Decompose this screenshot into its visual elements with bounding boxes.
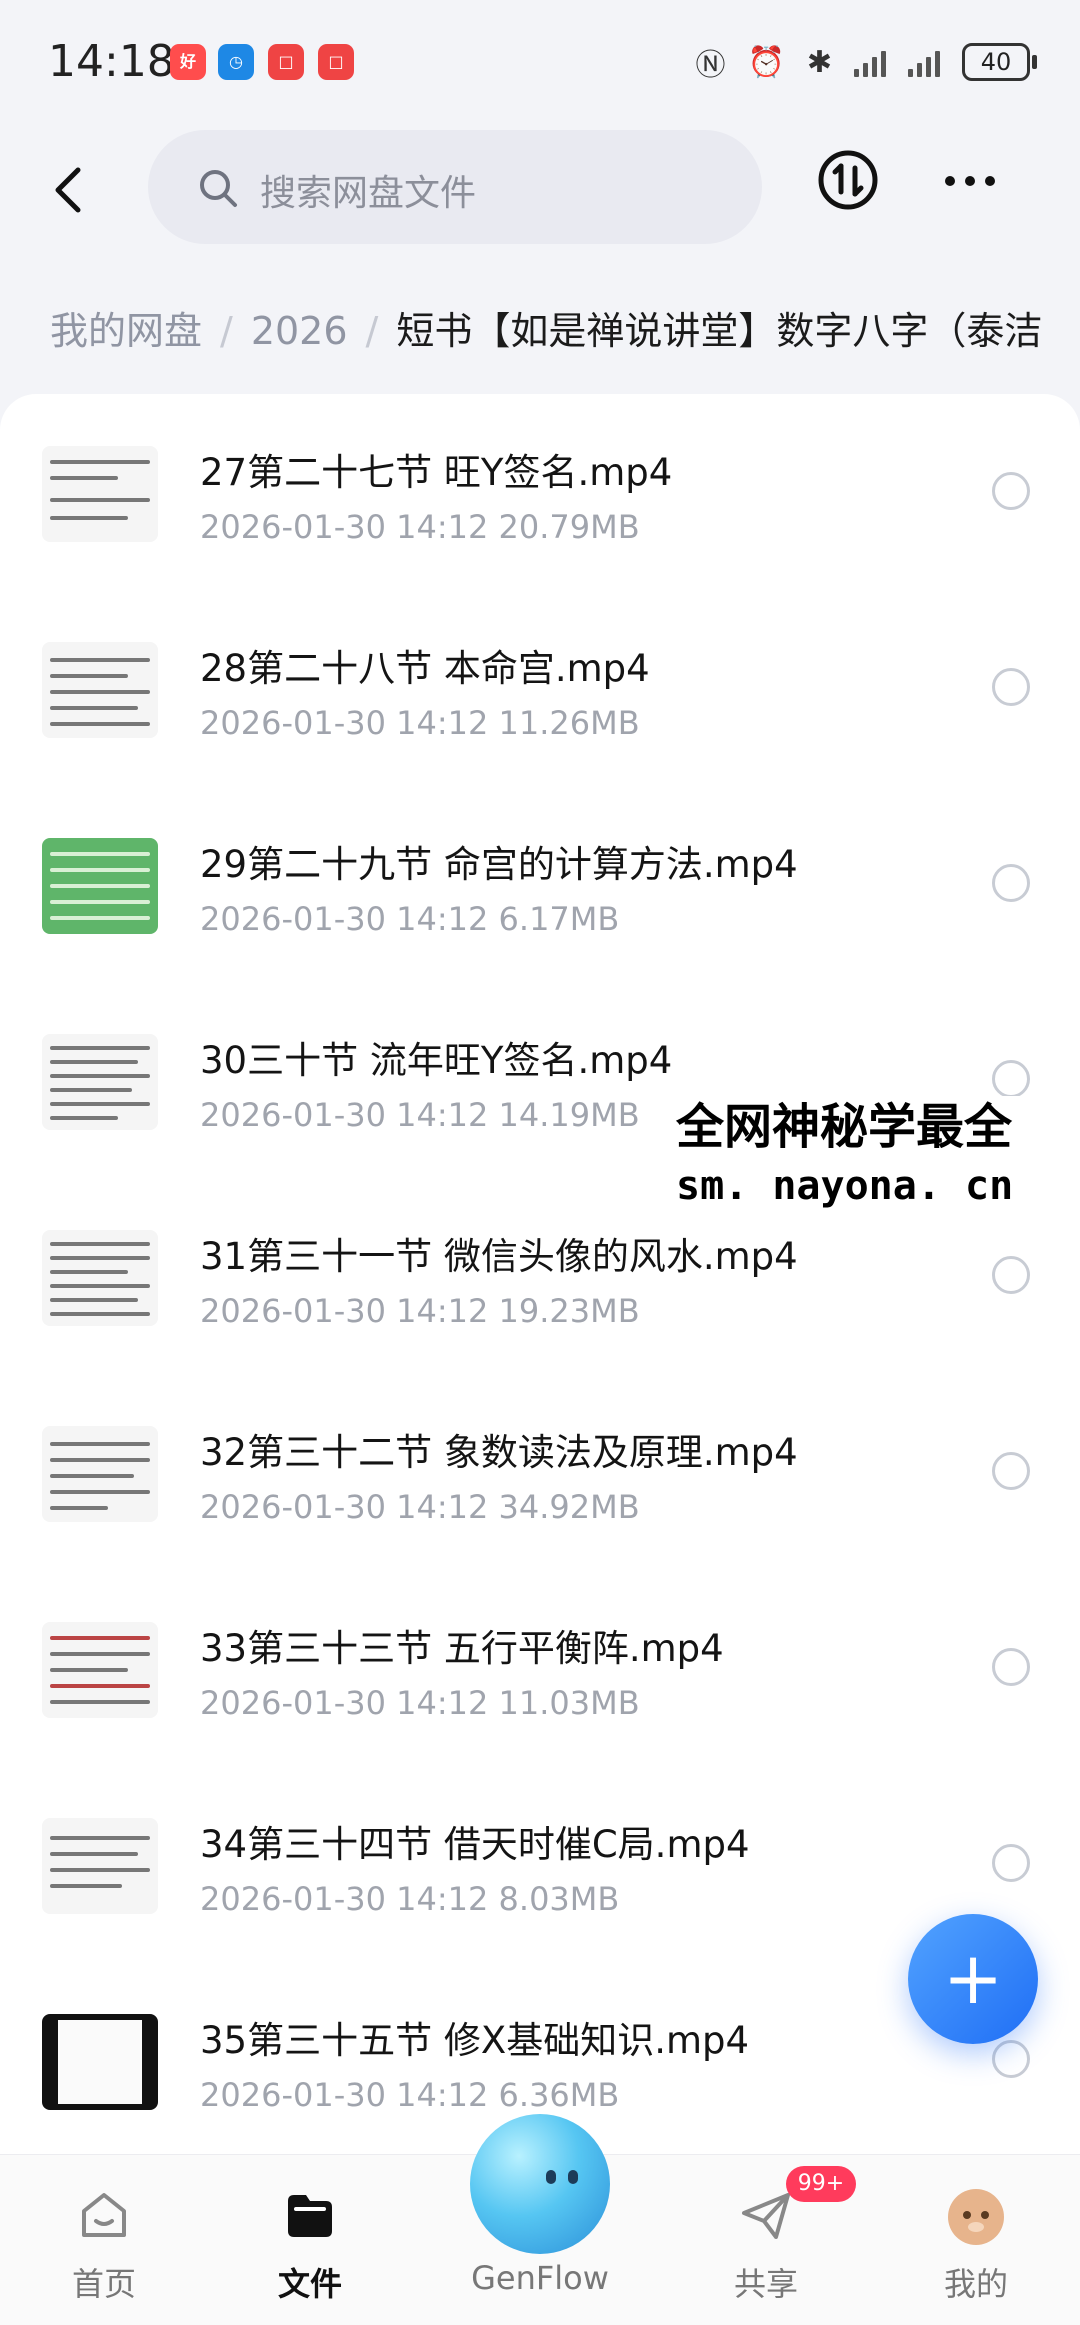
file-title: 29第二十九节 命宫的计算方法.mp4: [200, 843, 798, 886]
genflow-orb-icon[interactable]: [470, 2114, 610, 2254]
tab-files-label: 文件: [277, 2265, 342, 2303]
select-checkbox[interactable]: [992, 1256, 1030, 1294]
file-title: 28第二十八节 本命宫.mp4: [200, 647, 650, 690]
alarm-icon: ⏰: [747, 44, 785, 80]
select-checkbox[interactable]: [992, 1060, 1030, 1098]
breadcrumb-separator: /: [365, 309, 379, 353]
file-title: 32第三十二节 象数读法及原理.mp4: [200, 1431, 798, 1474]
select-checkbox[interactable]: [992, 668, 1030, 706]
file-meta: 2026-01-30 14:12 19.23MB: [200, 1292, 640, 1330]
status-bar: 14:18 好 ◷ □ □ Ⓝ ⏰ ✱ 40: [0, 0, 1080, 120]
transfer-icon[interactable]: [816, 148, 880, 212]
battery-icon: 40: [962, 43, 1037, 81]
breadcrumb-root[interactable]: 我的网盘: [50, 309, 202, 353]
file-row[interactable]: 34第三十四节 借天时催C局.mp4 2026-01-30 14:12 8.03…: [0, 1766, 1080, 1960]
video-thumbnail: [42, 2014, 158, 2110]
breadcrumb-separator: /: [220, 309, 233, 353]
select-checkbox[interactable]: [992, 2040, 1030, 2078]
video-thumbnail: [42, 1818, 158, 1914]
red-app-icon-2: □: [318, 44, 354, 80]
more-icon[interactable]: [940, 156, 1000, 206]
file-title: 35第三十五节 修X基础知识.mp4: [200, 2019, 750, 2062]
add-file-button[interactable]: +: [908, 1914, 1038, 2044]
file-meta: 2026-01-30 14:12 6.17MB: [200, 900, 620, 938]
select-checkbox[interactable]: [992, 1648, 1030, 1686]
search-input[interactable]: 搜索网盘文件: [148, 130, 762, 244]
tab-share-label: 共享: [733, 2265, 798, 2303]
select-checkbox[interactable]: [992, 1844, 1030, 1882]
watermark-line-2: sm. nayona. cn: [676, 1163, 1014, 1209]
top-bar: 搜索网盘文件: [0, 120, 1080, 260]
video-thumbnail: [42, 642, 158, 738]
breadcrumb: 我的网盘 / 2026 / 短书【如是禅说讲堂】数字八字（泰洁: [50, 300, 1080, 360]
file-meta: 2026-01-30 14:12 8.03MB: [200, 1880, 620, 1918]
plus-icon: +: [942, 1936, 1004, 2020]
video-thumbnail: [42, 838, 158, 934]
video-thumbnail: [42, 1426, 158, 1522]
file-list: 27第二十七节 旺Y签名.mp4 2026-01-30 14:12 20.79M…: [0, 394, 1080, 2154]
tab-me-label: 我的: [943, 2265, 1008, 2303]
watermark-overlay: 全网神秘学最全 sm. nayona. cn: [676, 1096, 1066, 1214]
file-meta: 2026-01-30 14:12 6.36MB: [200, 2076, 620, 2114]
file-row[interactable]: 32第三十二节 象数读法及原理.mp4 2026-01-30 14:12 34.…: [0, 1374, 1080, 1568]
nfc-icon: Ⓝ: [695, 48, 726, 83]
video-thumbnail: [42, 446, 158, 542]
tab-home-label: 首页: [71, 2265, 136, 2303]
video-thumbnail: [42, 1230, 158, 1326]
share-notification-badge: 99+: [786, 2166, 856, 2202]
file-title: 27第二十七节 旺Y签名.mp4: [200, 451, 673, 494]
file-title: 30三十节 流年旺Y签名.mp4: [200, 1039, 673, 1082]
file-meta: 2026-01-30 14:12 20.79MB: [200, 508, 640, 546]
paper-plane-icon: [742, 2193, 790, 2239]
breadcrumb-year[interactable]: 2026: [251, 309, 348, 353]
select-checkbox[interactable]: [992, 472, 1030, 510]
avatar: [948, 2189, 1004, 2245]
file-row[interactable]: 29第二十九节 命宫的计算方法.mp4 2026-01-30 14:12 6.1…: [0, 786, 1080, 980]
system-icons: Ⓝ ⏰ ✱ 40: [695, 40, 1037, 84]
file-row[interactable]: 28第二十八节 本命宫.mp4 2026-01-30 14:12 11.26MB: [0, 590, 1080, 784]
file-title: 31第三十一节 微信头像的风水.mp4: [200, 1235, 798, 1278]
tab-genflow-label: GenFlow: [471, 2259, 609, 2297]
file-title: 34第三十四节 借天时催C局.mp4: [200, 1823, 750, 1866]
bluetooth-icon: ✱: [806, 44, 832, 80]
file-meta: 2026-01-30 14:12 14.19MB: [200, 1096, 640, 1134]
home-icon: [82, 2193, 126, 2237]
tab-me[interactable]: 我的: [896, 2155, 1056, 2325]
folder-icon: [288, 2195, 332, 2237]
select-checkbox[interactable]: [992, 864, 1030, 902]
search-icon: [200, 170, 237, 207]
file-row[interactable]: 27第二十七节 旺Y签名.mp4 2026-01-30 14:12 20.79M…: [0, 394, 1080, 588]
back-icon[interactable]: [40, 160, 100, 220]
select-checkbox[interactable]: [992, 1452, 1030, 1490]
watermark-line-1: 全网神秘学最全: [676, 1099, 1013, 1155]
file-meta: 2026-01-30 14:12 34.92MB: [200, 1488, 640, 1526]
video-thumbnail: [42, 1034, 158, 1130]
tab-files[interactable]: 文件: [230, 2155, 390, 2325]
alarm-app-icon: ◷: [218, 44, 254, 80]
video-thumbnail: [42, 1622, 158, 1718]
file-row[interactable]: 33第三十三节 五行平衡阵.mp4 2026-01-30 14:12 11.03…: [0, 1570, 1080, 1764]
signal-icon-1: [854, 47, 886, 77]
file-meta: 2026-01-30 14:12 11.26MB: [200, 704, 640, 742]
file-title: 33第三十三节 五行平衡阵.mp4: [200, 1627, 724, 1670]
red-app-icon-1: □: [268, 44, 304, 80]
breadcrumb-current: 短书【如是禅说讲堂】数字八字（泰洁: [396, 309, 1043, 353]
tab-home[interactable]: 首页: [24, 2155, 184, 2325]
file-meta: 2026-01-30 14:12 11.03MB: [200, 1684, 640, 1722]
status-time: 14:18: [48, 36, 175, 87]
search-placeholder: 搜索网盘文件: [260, 173, 477, 214]
shopping-app-icon: 好: [170, 44, 206, 80]
signal-icon-2: [908, 47, 940, 77]
